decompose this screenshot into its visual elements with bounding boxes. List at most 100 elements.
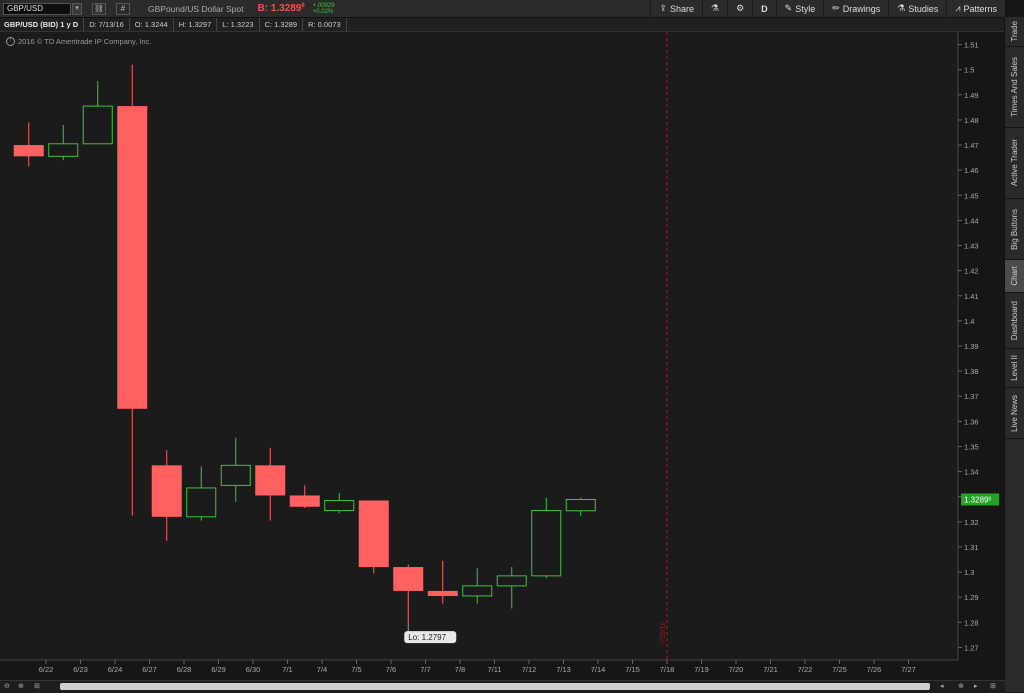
x-tick-label: 7/27 [901,665,916,674]
x-tick-label: 7/8 [455,665,465,674]
y-tick-label: 1.37 [964,392,979,401]
x-tick-label: 7/26 [867,665,882,674]
y-tick-label: 1.34 [964,468,979,477]
y-tick-label: 1.47 [964,141,979,150]
quote-info-bar: GBP/USD (BID) 1 y D D: 7/13/16 O: 1.3244… [0,18,1005,32]
y-tick-label: 1.32 [964,518,979,527]
chart-scrollbar[interactable]: ⊖ ⊕ ⊞ ◂ ⊕ ▸ ⊞ [0,680,1005,693]
tab-active-trader[interactable]: Active Trader [1005,128,1024,199]
x-tick-label: 7/7 [420,665,430,674]
studies-button[interactable]: ⚗ Studies [888,0,946,17]
tab-trade[interactable]: Trade [1005,17,1024,47]
studies-label: Studies [908,3,939,14]
tab-dashboard[interactable]: Dashboard [1005,293,1024,349]
symbol-dropdown-icon[interactable]: ▾ [72,2,82,15]
x-tick-label: 7/22 [798,665,813,674]
drawings-button[interactable]: ✏ Drawings [823,0,888,17]
share-icon: ⇪ [659,3,667,13]
x-tick-label: 6/24 [108,665,123,674]
x-tick-label: 6/29 [211,665,226,674]
candle-body [151,465,182,517]
scroll-left-icon[interactable]: ◂ [940,682,944,690]
candle-body [82,105,113,145]
scroll-right-icon[interactable]: ▸ [974,682,978,690]
patterns-icon: ⩘ [955,3,961,13]
y-tick-label: 1.28 [964,618,979,627]
y-tick-label: 1.5 [964,66,974,75]
flask-button[interactable]: ⚗ [702,0,727,17]
candle-body [220,464,251,486]
chart-title[interactable]: GBP/USD (BID) 1 y D [0,18,85,31]
y-tick-label: 1.4 [964,317,974,326]
patterns-button[interactable]: ⩘ Patterns [946,0,1005,17]
symbol-text: GBP/USD [7,4,44,13]
tab-level-ii[interactable]: Level II [1005,349,1024,388]
info-date: D: 7/13/16 [84,18,130,31]
candle-body [324,499,355,512]
x-tick-label: 6/27 [142,665,157,674]
change-percent: +0.02% [312,8,334,15]
tab-label: Level II [1010,355,1019,381]
candle-body [393,567,424,591]
y-tick-label: 1.29 [964,593,979,602]
candle-body [289,495,320,507]
x-tick-label: 6/28 [177,665,192,674]
price-chart[interactable]: 1.271.281.291.31.311.321.331.341.351.361… [0,32,1005,678]
tab-live-news[interactable]: Live News [1005,388,1024,439]
x-tick-label: 7/1 [282,665,292,674]
x-tick-label: 7/13 [556,665,571,674]
tab-chart[interactable]: Chart [1005,260,1024,293]
x-tick-label: 7/5 [351,665,361,674]
bid-suffix: 6 [301,3,305,9]
copyright-notice: ! 2016 © TD Ameritrade IP Company, Inc. [6,37,152,46]
symbol-input[interactable]: GBP/USD [3,2,71,15]
y-tick-label: 1.35 [964,442,979,451]
reset-zoom-icon[interactable]: ⊞ [34,682,40,690]
y-tick-label: 1.36 [964,417,979,426]
x-tick-label: 6/30 [246,665,261,674]
tab-times-and-sales[interactable]: Times And Sales [1005,47,1024,128]
period-button[interactable]: D [752,0,776,17]
x-tick-label: 6/23 [73,665,88,674]
candle-body [186,487,217,518]
bid-price: B: 1.32896 [257,3,304,14]
y-tick-label: 1.43 [964,242,979,251]
bid-label: B: 1.3289 [257,3,302,14]
x-tick-label: 7/18 [660,665,675,674]
x-tick-label: 7/12 [522,665,537,674]
zoom-in-icon[interactable]: ⊕ [958,682,964,690]
zoom-in-icon[interactable]: ⊕ [18,682,24,690]
settings-button[interactable]: ⚙ [727,0,752,17]
y-tick-label: 1.27 [964,643,979,652]
tab-big-buttons[interactable]: Big Buttons [1005,199,1024,260]
tab-label: Big Buttons [1010,208,1019,250]
x-tick-label: 7/25 [832,665,847,674]
last-price-tag: 1.32896 [961,493,999,506]
zoom-out-icon[interactable]: ⊖ [4,682,10,690]
link-icon[interactable]: ⛓ [92,2,106,15]
last-price-value: 1.3289 [964,495,989,504]
last-price-suffix: 6 [988,496,991,502]
pencil-icon: ✏ [832,3,840,13]
style-icon: ✎ [784,3,793,13]
scrollbar-thumb[interactable] [60,683,930,690]
expand-icon[interactable]: ⊞ [990,682,996,690]
share-button[interactable]: ⇪ Share [650,0,702,17]
flask-icon: ⚗ [711,3,720,13]
low-annotation-text: Lo: 1.2797 [408,633,446,642]
x-tick-label: 6/22 [39,665,54,674]
grid-icon[interactable]: # [116,2,130,15]
info-icon: ! [6,37,15,46]
y-tick-label: 1.49 [964,91,979,100]
tab-label: Trade [1010,21,1019,42]
info-range: R: 0.0073 [303,18,347,31]
x-tick-label: 7/4 [317,665,327,674]
x-tick-label: 7/15 [625,665,640,674]
y-tick-label: 1.38 [964,367,979,376]
style-button[interactable]: ✎ Style [775,0,824,17]
candle-body [531,510,562,577]
x-tick-label: 7/21 [763,665,778,674]
right-sidebar: Trade Times And Sales Active Trader Big … [1004,17,1024,692]
symbol-description: GBPound/US Dollar Spot [148,3,244,14]
y-tick-label: 1.39 [964,342,979,351]
